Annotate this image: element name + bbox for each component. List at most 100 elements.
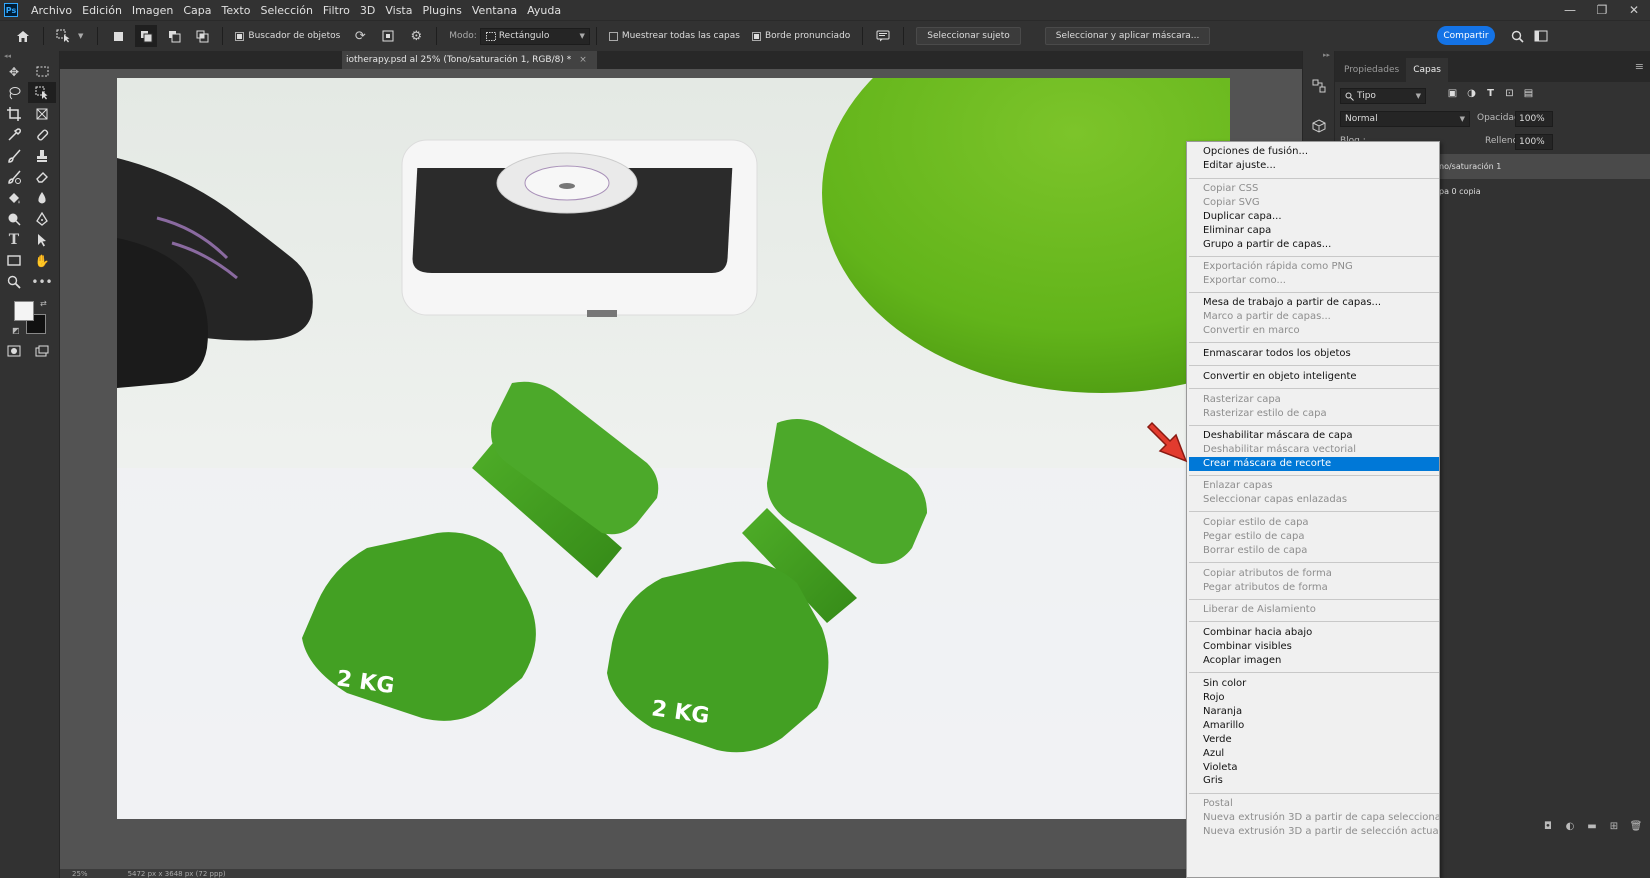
history-brush-tool-icon[interactable] (0, 166, 28, 187)
hand-tool-icon[interactable]: ✋ (28, 250, 56, 271)
tab-propiedades[interactable]: Propiedades (1337, 58, 1406, 82)
new-layer-icon[interactable]: ⊞ (1603, 821, 1625, 841)
minimize-button[interactable]: — (1554, 0, 1586, 20)
menu-ayuda[interactable]: Ayuda (522, 4, 566, 17)
menu-capa[interactable]: Capa (178, 4, 216, 17)
zoom-level[interactable]: 25% (72, 870, 88, 878)
canvas-area[interactable]: 2 KG 2 KG (60, 69, 1302, 869)
frame-tool-icon[interactable] (28, 103, 56, 124)
gear-icon[interactable]: ⚙ (405, 25, 427, 47)
crop-tool-icon[interactable] (0, 103, 28, 124)
history-panel-icon[interactable] (1303, 71, 1335, 101)
restore-button[interactable]: ❐ (1586, 0, 1618, 20)
menu-editar-ajuste[interactable]: Editar ajuste... (1189, 159, 1439, 173)
menu-ventana[interactable]: Ventana (467, 4, 522, 17)
close-tab-icon[interactable]: × (579, 55, 587, 65)
chat-icon[interactable] (872, 25, 894, 47)
intersect-selection-icon[interactable] (191, 25, 213, 47)
modo-select[interactable]: Rectángulo ▼ (479, 27, 590, 45)
menu-gris[interactable]: Gris (1189, 774, 1439, 788)
blur-tool-icon[interactable] (28, 187, 56, 208)
new-selection-icon[interactable] (107, 25, 129, 47)
add-selection-icon[interactable] (135, 25, 158, 47)
menu-mesa-trabajo[interactable]: Mesa de trabajo a partir de capas... (1189, 296, 1439, 310)
menu-amarillo[interactable]: Amarillo (1189, 719, 1439, 733)
brush-tool-icon[interactable] (0, 145, 28, 166)
menu-opciones-fusion[interactable]: Opciones de fusión... (1189, 145, 1439, 159)
pen-tool-icon[interactable] (28, 208, 56, 229)
menu-convertir-objeto-inteligente[interactable]: Convertir en objeto inteligente (1189, 370, 1439, 384)
marquee-tool-icon[interactable] (28, 61, 56, 82)
menu-vista[interactable]: Vista (380, 4, 417, 17)
quick-mask-icon[interactable] (0, 340, 28, 361)
eraser-tool-icon[interactable] (28, 166, 56, 187)
subtract-selection-icon[interactable] (163, 25, 185, 47)
menu-archivo[interactable]: Archivo (26, 4, 77, 17)
share-button[interactable]: Compartir (1437, 26, 1495, 45)
more-tools-icon[interactable]: ••• (28, 271, 56, 292)
filter-shape-icon[interactable]: ⊡ (1500, 88, 1519, 99)
eyedropper-tool-icon[interactable] (0, 124, 28, 145)
adjustment-layer-icon[interactable]: ◐ (1559, 821, 1581, 841)
menu-azul[interactable]: Azul (1189, 747, 1439, 761)
blend-mode-select[interactable]: Normal ▼ (1340, 111, 1470, 127)
buscador-objetos-checkbox[interactable]: Buscador de objetos (235, 31, 340, 41)
menu-combinar-abajo[interactable]: Combinar hacia abajo (1189, 626, 1439, 640)
rectangle-tool-icon[interactable] (0, 250, 28, 271)
fill-input[interactable]: 100% (1515, 134, 1553, 150)
tab-capas[interactable]: Capas (1406, 58, 1448, 82)
document-canvas[interactable]: 2 KG 2 KG (117, 78, 1230, 819)
opacity-input[interactable]: 100% (1515, 111, 1553, 127)
swap-colors-icon[interactable]: ⇄ (40, 299, 47, 308)
menu-seleccion[interactable]: Selección (255, 4, 317, 17)
foreground-color-swatch[interactable] (14, 301, 34, 321)
close-window-button[interactable]: ✕ (1618, 0, 1650, 20)
menu-imagen[interactable]: Imagen (127, 4, 178, 17)
menu-verde[interactable]: Verde (1189, 733, 1439, 747)
chevron-down-icon[interactable]: ▼ (78, 32, 83, 40)
3d-panel-icon[interactable] (1303, 111, 1335, 141)
paint-bucket-tool-icon[interactable] (0, 187, 28, 208)
collapse-icon[interactable]: ▸▸ (1303, 51, 1334, 61)
menu-combinar-visibles[interactable]: Combinar visibles (1189, 640, 1439, 654)
menu-naranja[interactable]: Naranja (1189, 705, 1439, 719)
add-mask-icon[interactable]: ◘ (1537, 821, 1559, 841)
menu-violeta[interactable]: Violeta (1189, 761, 1439, 775)
refresh-icon[interactable]: ⟳ (349, 25, 371, 47)
filter-adjustment-icon[interactable]: ◑ (1462, 88, 1481, 99)
panel-menu-icon[interactable]: ≡ (1635, 60, 1644, 73)
object-selection-tool-icon[interactable] (53, 25, 75, 47)
menu-rojo[interactable]: Rojo (1189, 691, 1439, 705)
healing-brush-tool-icon[interactable] (28, 124, 56, 145)
object-selection-tool-icon[interactable] (28, 82, 56, 103)
seleccionar-sujeto-button[interactable]: Seleccionar sujeto (916, 27, 1021, 45)
filter-type-icon[interactable]: T (1481, 88, 1500, 99)
home-icon[interactable] (12, 25, 34, 47)
filter-pixel-icon[interactable]: ▣ (1443, 88, 1462, 99)
menu-duplicar-capa[interactable]: Duplicar capa... (1189, 210, 1439, 224)
menu-texto[interactable]: Texto (217, 4, 256, 17)
borde-pronunciado-checkbox[interactable]: Borde pronunciado (751, 31, 850, 41)
move-tool-icon[interactable]: ✥ (0, 61, 28, 82)
menu-deshabilitar-mascara-capa[interactable]: Deshabilitar máscara de capa (1189, 429, 1439, 443)
search-icon[interactable] (1506, 25, 1528, 47)
lasso-tool-icon[interactable] (0, 82, 28, 103)
new-group-icon[interactable]: ▬ (1581, 821, 1603, 841)
seleccionar-mascara-button[interactable]: Seleccionar y aplicar máscara... (1044, 27, 1211, 45)
menu-acoplar-imagen[interactable]: Acoplar imagen (1189, 654, 1439, 668)
filter-smart-icon[interactable]: ▤ (1519, 88, 1538, 99)
menu-enmascarar-objetos[interactable]: Enmascarar todos los objetos (1189, 347, 1439, 361)
delete-layer-icon[interactable]: 🗑 (1625, 821, 1647, 841)
menu-3d[interactable]: 3D (355, 4, 380, 17)
document-tab[interactable]: iotherapy.psd al 25% (Tono/saturación 1,… (342, 51, 597, 69)
screen-mode-icon[interactable] (28, 340, 56, 361)
default-colors-icon[interactable]: ◩ (12, 326, 20, 335)
type-tool-icon[interactable]: T (0, 229, 28, 250)
menu-edicion[interactable]: Edición (77, 4, 127, 17)
menu-plugins[interactable]: Plugins (417, 4, 466, 17)
menu-sin-color[interactable]: Sin color (1189, 677, 1439, 691)
muestrear-checkbox[interactable]: Muestrear todas las capas (608, 31, 740, 41)
menu-filtro[interactable]: Filtro (318, 4, 355, 17)
path-selection-tool-icon[interactable] (28, 229, 56, 250)
workspace-icon[interactable] (1530, 25, 1552, 47)
